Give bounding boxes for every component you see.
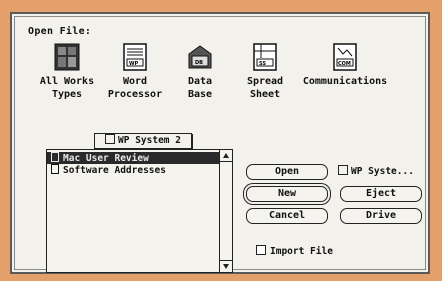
dialog-title: Open File: xyxy=(28,26,92,37)
current-disk-label: WP Syste... xyxy=(351,166,414,177)
type-label: Communications xyxy=(302,76,388,87)
all-works-icon xyxy=(53,42,81,72)
import-file-checkbox[interactable] xyxy=(256,245,266,255)
import-file-option[interactable]: Import File xyxy=(256,245,333,257)
type-word-processor[interactable]: WP Word Processor xyxy=(98,42,172,101)
list-item[interactable]: Software Addresses xyxy=(47,164,219,176)
svg-text:COM: COM xyxy=(338,61,351,67)
svg-text:SS: SS xyxy=(259,61,266,67)
volume-popup-label: WP System 2 xyxy=(118,135,181,146)
scrollbar[interactable] xyxy=(219,150,232,272)
document-icon xyxy=(51,152,59,162)
type-database[interactable]: DB Data Base xyxy=(163,42,237,101)
type-all-works[interactable]: All Works Types xyxy=(30,42,104,101)
file-list[interactable]: Mac User Review Software Addresses xyxy=(46,149,233,273)
document-icon xyxy=(51,164,59,174)
file-name: Mac User Review xyxy=(63,153,149,164)
cancel-button[interactable]: Cancel xyxy=(246,208,328,224)
type-spreadsheet[interactable]: SS Spread Sheet xyxy=(228,42,302,101)
file-name: Software Addresses xyxy=(63,165,166,176)
scroll-up-arrow-icon[interactable] xyxy=(220,150,232,162)
type-label: Word Processor xyxy=(107,76,163,100)
type-communications[interactable]: COM Communications xyxy=(300,42,390,88)
word-processor-icon: WP xyxy=(121,42,149,72)
new-button[interactable]: New xyxy=(246,186,328,202)
type-label: Spread Sheet xyxy=(246,76,284,100)
spreadsheet-icon: SS xyxy=(251,42,279,72)
communications-icon: COM xyxy=(331,42,359,72)
disk-icon xyxy=(105,134,116,144)
svg-text:DB: DB xyxy=(195,60,203,66)
type-label: Data Base xyxy=(187,76,213,100)
volume-popup[interactable]: WP System 2 xyxy=(94,133,192,149)
import-file-label: Import File xyxy=(270,246,333,257)
scroll-down-arrow-icon[interactable] xyxy=(220,260,232,272)
open-button[interactable]: Open xyxy=(246,164,328,180)
eject-button[interactable]: Eject xyxy=(340,186,422,202)
database-icon: DB xyxy=(186,42,214,72)
drive-button[interactable]: Drive xyxy=(340,208,422,224)
current-disk: WP Syste... xyxy=(338,165,414,177)
disk-icon xyxy=(338,165,348,175)
type-label: All Works Types xyxy=(39,76,95,100)
list-item[interactable]: Mac User Review xyxy=(47,152,219,164)
svg-text:WP: WP xyxy=(129,61,139,67)
